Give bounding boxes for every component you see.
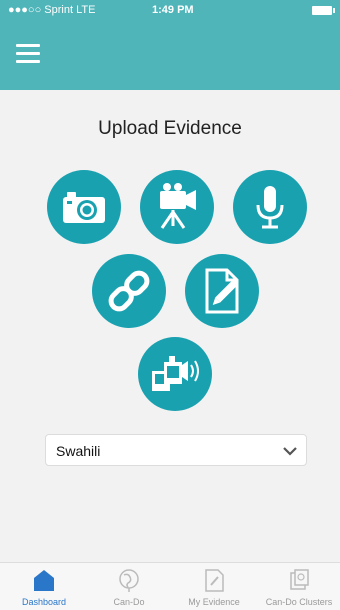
language-select[interactable]: Swahili [45, 434, 307, 466]
link-icon [108, 270, 150, 312]
upload-link-button[interactable] [92, 254, 166, 328]
status-bar: ●●●○○ Sprint LTE 1:49 PM [0, 0, 340, 22]
status-time: 1:49 PM [152, 4, 194, 16]
hamburger-menu-button[interactable] [16, 44, 40, 64]
upload-document-button[interactable] [185, 254, 259, 328]
upload-video-button[interactable] [140, 170, 214, 244]
upload-photo-button[interactable] [47, 170, 121, 244]
app-header: ●●●○○ Sprint LTE 1:49 PM [0, 0, 340, 90]
upload-audio-button[interactable] [233, 170, 307, 244]
chevron-down-icon [283, 447, 297, 456]
home-icon [34, 570, 54, 591]
video-camera-icon [160, 183, 196, 229]
language-select-value: Swahili [56, 443, 101, 459]
menu-line-icon [16, 44, 40, 47]
tab-label: Can-Do Clusters [265, 597, 333, 607]
tab-can-do-clusters[interactable]: Can-Do Clusters [261, 563, 337, 610]
clusters-icon [290, 569, 309, 590]
tab-my-evidence[interactable]: My Evidence [176, 563, 252, 610]
tab-label: Can-Do [113, 597, 145, 607]
media-audio-icon [152, 356, 199, 391]
tab-label: My Evidence [188, 597, 240, 607]
camera-icon [63, 192, 105, 223]
tab-dashboard[interactable]: Dashboard [6, 563, 82, 610]
globe-icon [119, 569, 139, 592]
menu-line-icon [16, 52, 40, 55]
evidence-icon [205, 569, 224, 592]
carrier-label: ●●●○○ Sprint LTE [8, 4, 96, 16]
document-edit-icon [205, 268, 239, 314]
battery-icon [312, 6, 335, 15]
tab-label: Dashboard [21, 597, 67, 607]
menu-line-icon [16, 60, 40, 63]
microphone-icon [256, 186, 284, 229]
tab-can-do[interactable]: Can-Do [91, 563, 167, 610]
tab-bar: Dashboard Can-Do My Evidence Can-Do Clus… [0, 562, 340, 610]
upload-media-button[interactable] [138, 337, 212, 411]
page-title: Upload Evidence [98, 118, 242, 139]
